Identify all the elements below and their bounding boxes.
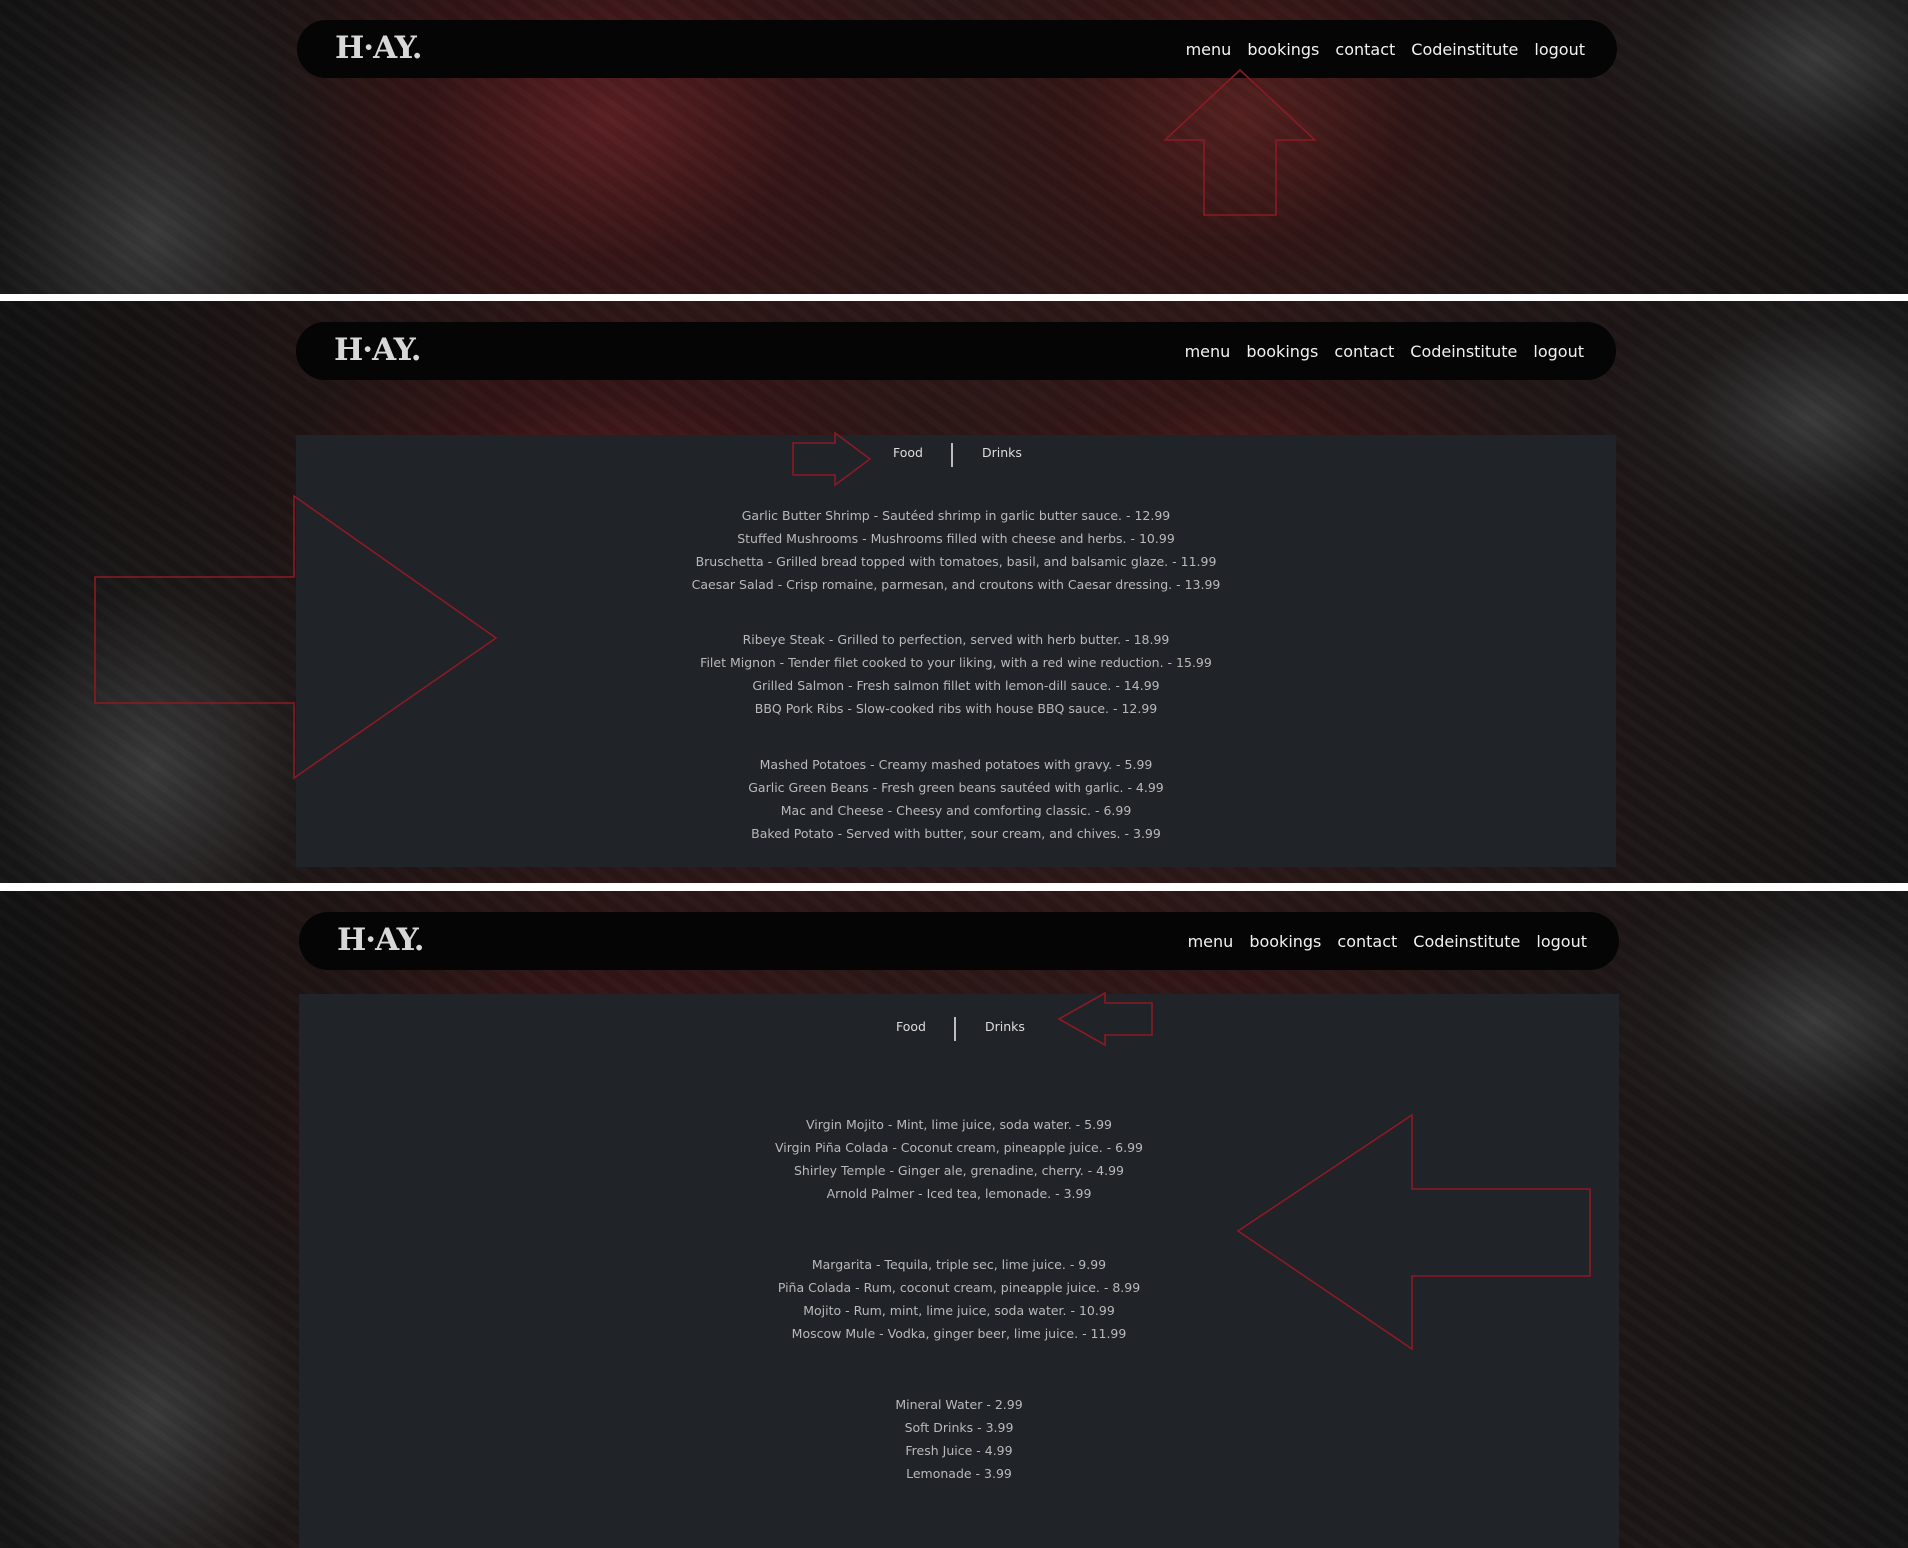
- tab-divider: [954, 1017, 956, 1041]
- nav-contact-link[interactable]: contact: [1337, 932, 1397, 951]
- nav-links: menu bookings contact Codeinstitute logo…: [1185, 322, 1584, 380]
- list-item: Baked Potato - Served with butter, sour …: [751, 826, 1161, 841]
- navbar: H·AY. menu bookings contact Codeinstitut…: [299, 912, 1619, 970]
- nav-codeinstitute-link[interactable]: Codeinstitute: [1411, 40, 1518, 59]
- arrow-outline-icon: [1057, 991, 1153, 1047]
- nav-contact-link[interactable]: contact: [1334, 342, 1394, 361]
- list-item: Soft Drinks - 3.99: [904, 1420, 1014, 1435]
- navbar: H·AY. menu bookings contact Codeinstitut…: [296, 322, 1616, 380]
- nav-logout-link[interactable]: logout: [1536, 932, 1587, 951]
- nav-menu-link[interactable]: menu: [1188, 932, 1234, 951]
- nav-bookings-link[interactable]: bookings: [1246, 342, 1318, 361]
- tab-drinks[interactable]: Drinks: [982, 445, 1022, 460]
- list-item: Lemonade - 3.99: [906, 1466, 1012, 1481]
- list-item: Mineral Water - 2.99: [895, 1397, 1023, 1412]
- nav-links: menu bookings contact Codeinstitute logo…: [1188, 912, 1587, 970]
- drinks-section-soft-drinks: Mineral Water - 2.99 Soft Drinks - 3.99 …: [299, 1393, 1619, 1485]
- nav-logout-link[interactable]: logout: [1533, 342, 1584, 361]
- arrow-outline-icon: [792, 431, 872, 487]
- tab-food[interactable]: Food: [893, 445, 923, 460]
- nav-bookings-link[interactable]: bookings: [1249, 932, 1321, 951]
- nav-bookings-link[interactable]: bookings: [1247, 40, 1319, 59]
- arrow-outline-icon: [1236, 1113, 1591, 1351]
- nav-menu-link[interactable]: menu: [1185, 342, 1231, 361]
- list-item: Mac and Cheese - Cheesy and comforting c…: [780, 803, 1132, 818]
- arrow-outline-icon: [1162, 68, 1318, 216]
- brand-logo[interactable]: H·AY.: [335, 30, 423, 66]
- nav-menu-link[interactable]: menu: [1186, 40, 1232, 59]
- tab-food[interactable]: Food: [896, 1019, 926, 1034]
- tab-drinks[interactable]: Drinks: [985, 1019, 1025, 1034]
- list-item: Fresh Juice - 4.99: [905, 1443, 1013, 1458]
- brand-logo[interactable]: H·AY.: [337, 922, 425, 958]
- navbar: H·AY. menu bookings contact Codeinstitut…: [297, 20, 1617, 78]
- nav-contact-link[interactable]: contact: [1335, 40, 1395, 59]
- nav-codeinstitute-link[interactable]: Codeinstitute: [1413, 932, 1520, 951]
- screenshot-panel-drinks-menu: H·AY. menu bookings contact Codeinstitut…: [0, 891, 1908, 1548]
- arrow-outline-icon: [94, 494, 498, 780]
- nav-codeinstitute-link[interactable]: Codeinstitute: [1410, 342, 1517, 361]
- tab-divider: [951, 443, 953, 467]
- brand-logo[interactable]: H·AY.: [334, 332, 422, 368]
- screenshot-panel-navbar: H·AY. menu bookings contact Codeinstitut…: [0, 0, 1908, 294]
- nav-logout-link[interactable]: logout: [1534, 40, 1585, 59]
- screenshot-panel-food-menu: H·AY. menu bookings contact Codeinstitut…: [0, 301, 1908, 883]
